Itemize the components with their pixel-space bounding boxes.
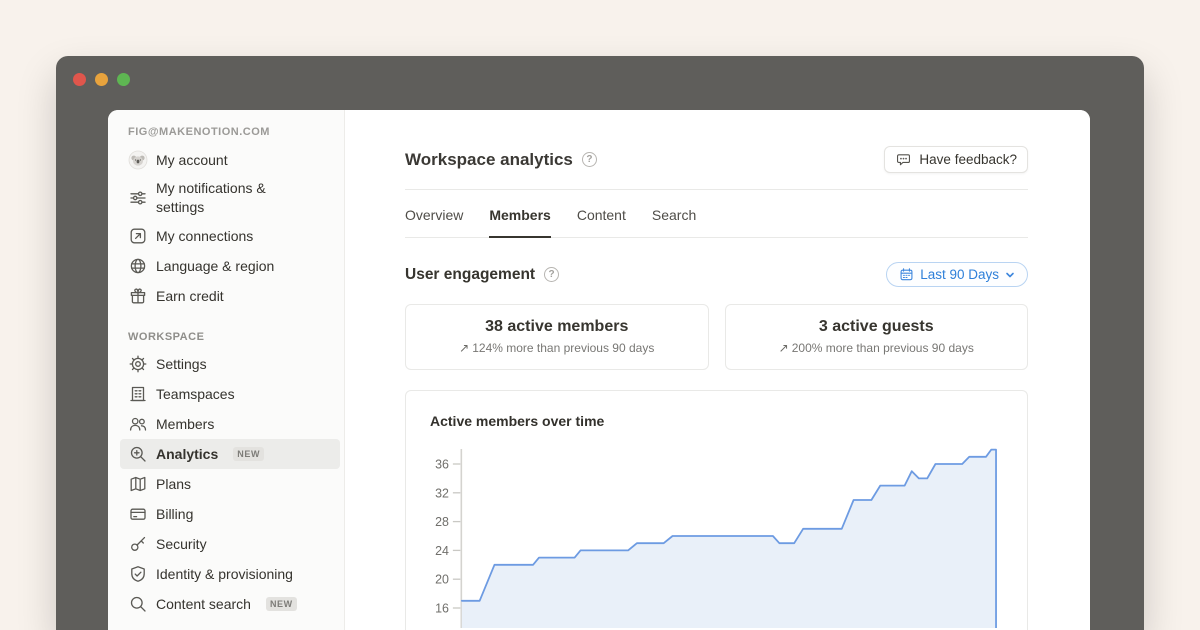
app-window: FIG@MAKENOTION.COM My account (56, 56, 1144, 630)
stat-card-active-guests: 3 active guests ↗200% more than previous… (725, 304, 1029, 370)
minimize-window-button[interactable] (95, 73, 108, 86)
active-members-chart-card: Active members over time 16 20 24 28 32 36 (405, 390, 1028, 630)
svg-text:28: 28 (435, 515, 449, 529)
date-range-label: Last 90 Days (920, 267, 999, 282)
avatar-icon (128, 150, 148, 170)
sidebar-item-label: Settings (156, 355, 207, 374)
svg-text:16: 16 (435, 601, 449, 615)
sliders-icon (128, 188, 148, 208)
magnify-plus-icon (128, 444, 148, 464)
sidebar-item-label: My connections (156, 227, 253, 246)
building-icon (128, 384, 148, 404)
trend-up-icon: ↗ (779, 341, 789, 355)
sidebar-item-content-search[interactable]: Content search NEW (120, 589, 340, 619)
sidebar-item-label: Members (156, 415, 214, 434)
sidebar-item-plans[interactable]: Plans (120, 469, 340, 499)
date-range-button[interactable]: Last 90 Days (886, 262, 1028, 287)
tab-content[interactable]: Content (577, 207, 626, 237)
help-icon[interactable]: ? (544, 267, 559, 282)
feedback-button-label: Have feedback? (919, 152, 1017, 167)
zoom-window-button[interactable] (117, 73, 130, 86)
analytics-tabs: Overview Members Content Search (405, 198, 1028, 238)
page-title: Workspace analytics (405, 150, 573, 170)
active-members-chart: 16 20 24 28 32 36 (430, 436, 1003, 628)
chart-title: Active members over time (430, 413, 1003, 429)
sidebar-item-label: Content search (156, 595, 251, 614)
sidebar-item-my-notifications-settings[interactable]: My notifications & settings (120, 175, 340, 221)
sidebar-item-billing[interactable]: Billing (120, 499, 340, 529)
feedback-bubble-icon (895, 151, 912, 168)
tab-overview[interactable]: Overview (405, 207, 463, 237)
svg-text:32: 32 (435, 486, 449, 500)
key-icon (128, 534, 148, 554)
sidebar-item-members[interactable]: Members (120, 409, 340, 439)
magnify-icon (128, 594, 148, 614)
sidebar-item-label: Language & region (156, 257, 274, 276)
svg-text:20: 20 (435, 573, 449, 587)
sidebar-item-teamspaces[interactable]: Teamspaces (120, 379, 340, 409)
gift-icon (128, 286, 148, 306)
shield-check-icon (128, 564, 148, 584)
sidebar-item-label: Analytics (156, 445, 218, 464)
sidebar-item-label: Earn credit (156, 287, 224, 306)
sidebar-item-identity-provisioning[interactable]: Identity & provisioning (120, 559, 340, 589)
section-title: User engagement (405, 266, 535, 284)
settings-sidebar: FIG@MAKENOTION.COM My account (108, 110, 345, 630)
globe-icon (128, 256, 148, 276)
svg-text:36: 36 (435, 457, 449, 471)
account-email-label: FIG@MAKENOTION.COM (120, 126, 340, 138)
tab-members[interactable]: Members (489, 207, 550, 238)
stat-delta-text: 124% more than previous 90 days (472, 341, 654, 355)
map-icon (128, 474, 148, 494)
tab-search[interactable]: Search (652, 207, 696, 237)
sidebar-item-settings[interactable]: Settings (120, 349, 340, 379)
gear-icon (128, 354, 148, 374)
new-badge: NEW (266, 597, 297, 611)
sidebar-item-label: Plans (156, 475, 191, 494)
sidebar-item-label: Identity & provisioning (156, 565, 293, 584)
stat-headline: 3 active guests (734, 318, 1020, 336)
workspace-section-label: WORKSPACE (120, 331, 340, 343)
sidebar-item-label: My notifications & settings (156, 179, 312, 217)
settings-modal: FIG@MAKENOTION.COM My account (108, 110, 1090, 630)
sidebar-item-label: Security (156, 535, 207, 554)
sidebar-item-my-connections[interactable]: My connections (120, 221, 340, 251)
stat-delta: ↗124% more than previous 90 days (414, 341, 700, 355)
have-feedback-button[interactable]: Have feedback? (884, 146, 1028, 173)
chevron-down-icon (1005, 270, 1015, 280)
stat-headline: 38 active members (414, 318, 700, 336)
stat-card-active-members: 38 active members ↗124% more than previo… (405, 304, 709, 370)
help-icon[interactable]: ? (582, 152, 597, 167)
svg-text:24: 24 (435, 544, 449, 558)
stat-delta: ↗200% more than previous 90 days (734, 341, 1020, 355)
sidebar-item-security[interactable]: Security (120, 529, 340, 559)
sidebar-item-label: Teamspaces (156, 385, 235, 404)
close-window-button[interactable] (73, 73, 86, 86)
sidebar-item-label: My account (156, 151, 228, 170)
arrow-square-icon (128, 226, 148, 246)
people-icon (128, 414, 148, 434)
analytics-main-panel: Workspace analytics ? Have feedback? Ove… (345, 110, 1090, 630)
sidebar-item-earn-credit[interactable]: Earn credit (120, 281, 340, 311)
sidebar-item-language-region[interactable]: Language & region (120, 251, 340, 281)
sidebar-item-my-account[interactable]: My account (120, 145, 340, 175)
new-badge: NEW (233, 447, 264, 461)
credit-card-icon (128, 504, 148, 524)
sidebar-item-label: Billing (156, 505, 193, 524)
calendar-icon (899, 267, 914, 282)
stat-delta-text: 200% more than previous 90 days (792, 341, 974, 355)
trend-up-icon: ↗ (459, 341, 469, 355)
header-divider (405, 189, 1028, 190)
window-titlebar (56, 56, 1144, 110)
sidebar-item-analytics[interactable]: Analytics NEW (120, 439, 340, 469)
